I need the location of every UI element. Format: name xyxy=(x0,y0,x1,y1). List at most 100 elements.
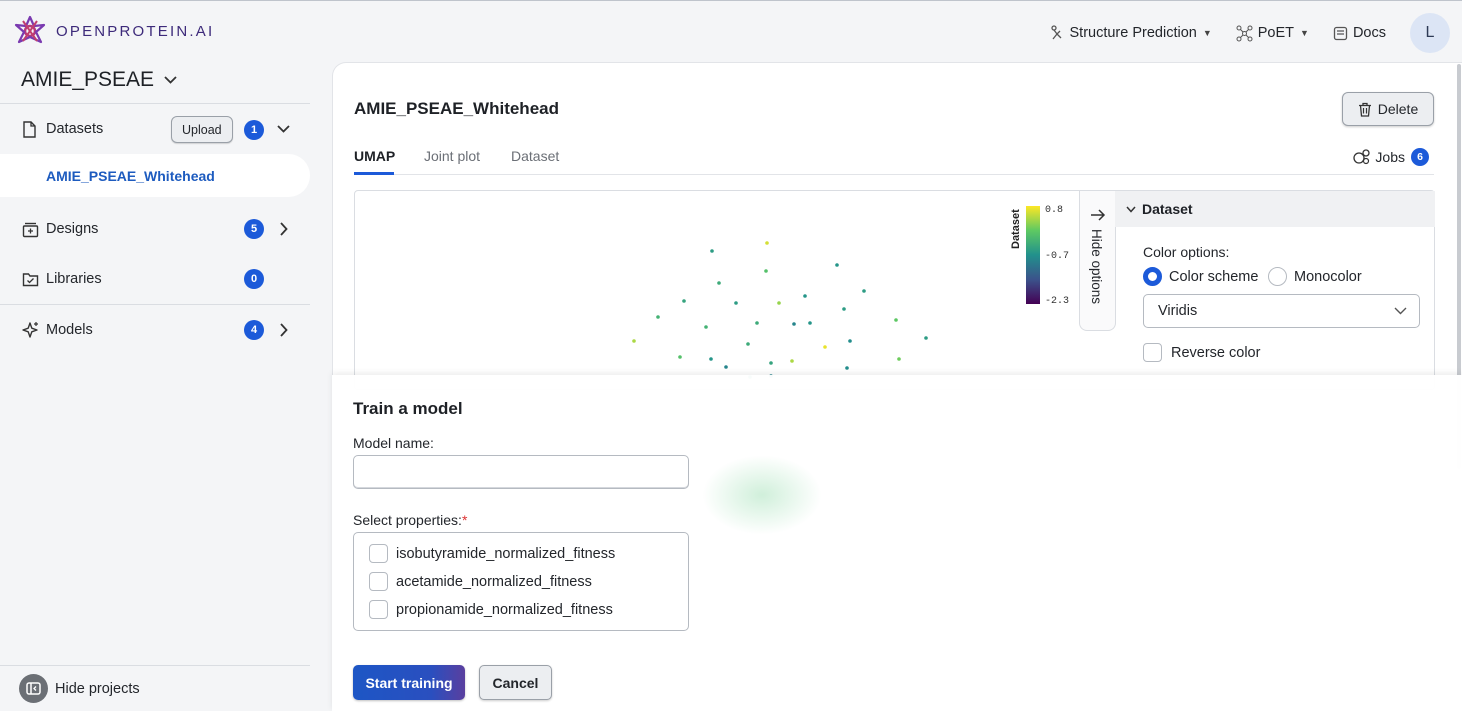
hide-projects-button[interactable]: Hide projects xyxy=(0,665,310,711)
scatter-point[interactable] xyxy=(823,345,827,349)
colorbar-tick: 0.8 xyxy=(1045,205,1063,216)
hide-options-label: Hide options xyxy=(1089,229,1104,305)
model-name-label: Model name: xyxy=(353,435,434,451)
section-title: Dataset xyxy=(1142,201,1193,217)
tab-dataset[interactable]: Dataset xyxy=(511,148,559,164)
upload-button[interactable]: Upload xyxy=(171,116,233,143)
checkbox-label: Reverse color xyxy=(1171,344,1261,361)
jobs-label: Jobs xyxy=(1375,149,1405,165)
scatter-point[interactable] xyxy=(632,339,636,343)
designs-icon xyxy=(22,221,40,238)
hide-options-button[interactable]: Hide options xyxy=(1079,191,1116,331)
scatter-point[interactable] xyxy=(734,301,738,305)
color-scheme-select[interactable]: Viridis xyxy=(1143,294,1420,328)
sidebar: Datasets Upload 1 AMIE_PSEAE_Whitehead D… xyxy=(0,103,310,355)
chevron-down-icon: ▼ xyxy=(1300,28,1309,38)
umap-scatter[interactable]: Dataset 0.8 -0.7 -2.3 xyxy=(355,191,1079,389)
checkbox-icon xyxy=(1143,343,1162,362)
scatter-point[interactable] xyxy=(803,294,807,298)
scatter-point[interactable] xyxy=(777,301,781,305)
radio-selected-icon xyxy=(1143,267,1162,286)
jobs-icon xyxy=(1353,149,1371,165)
sidebar-toggle-icon xyxy=(19,674,48,703)
colorbar-title: Dataset xyxy=(1010,209,1022,249)
scatter-point[interactable] xyxy=(808,321,812,325)
scatter-point[interactable] xyxy=(755,321,759,325)
folder-icon xyxy=(22,272,40,287)
model-name-input[interactable] xyxy=(353,455,689,489)
nav-docs-label: Docs xyxy=(1352,25,1386,41)
property-checkbox[interactable]: propionamide_normalized_fitness xyxy=(369,600,613,619)
scatter-point[interactable] xyxy=(845,366,849,370)
scatter-point[interactable] xyxy=(790,359,794,363)
scatter-point[interactable] xyxy=(765,241,769,245)
scatter-point[interactable] xyxy=(894,318,898,322)
scatter-point[interactable] xyxy=(862,289,866,293)
chevron-right-icon[interactable] xyxy=(277,220,290,238)
tab-umap[interactable]: UMAP xyxy=(354,148,395,164)
project-title: AMIE_PSEAE xyxy=(21,68,155,91)
nav-poet-label: PoET xyxy=(1257,25,1295,41)
protein-logo-icon xyxy=(14,15,46,44)
document-icon xyxy=(1333,26,1348,40)
nav-structure-prediction[interactable]: Structure Prediction ▼ xyxy=(1049,25,1212,41)
scatter-point[interactable] xyxy=(704,325,708,329)
user-avatar[interactable]: L xyxy=(1410,13,1450,53)
start-training-button[interactable]: Start training xyxy=(353,665,465,700)
color-options-label: Color options: xyxy=(1143,244,1230,260)
active-tab-indicator xyxy=(354,172,394,175)
dataset-item-active[interactable]: AMIE_PSEAE_Whitehead xyxy=(0,154,310,197)
scatter-point[interactable] xyxy=(678,355,682,359)
sidebar-item-libraries[interactable]: Libraries 0 xyxy=(0,254,310,304)
scatter-point[interactable] xyxy=(769,361,773,365)
nav-docs[interactable]: Docs xyxy=(1333,25,1386,41)
count-badge: 5 xyxy=(244,219,264,239)
umap-plot[interactable]: Dataset 0.8 -0.7 -2.3 Hide options Datas… xyxy=(354,190,1435,390)
radio-color-scheme[interactable]: Color scheme xyxy=(1143,267,1258,286)
dataset-section-header[interactable]: Dataset xyxy=(1115,191,1435,227)
delete-button[interactable]: Delete xyxy=(1342,92,1434,126)
trash-icon xyxy=(1358,102,1371,117)
nav-poet[interactable]: PoET ▼ xyxy=(1236,25,1309,42)
reverse-color-checkbox[interactable]: Reverse color xyxy=(1143,343,1260,362)
top-nav: Structure Prediction ▼ PoET ▼ Docs L xyxy=(1049,13,1450,53)
property-label: acetamide_normalized_fitness xyxy=(396,573,592,590)
property-checkbox[interactable]: isobutyramide_normalized_fitness xyxy=(369,544,615,563)
scatter-point[interactable] xyxy=(710,249,714,253)
tab-joint-plot[interactable]: Joint plot xyxy=(424,148,480,164)
scatter-point[interactable] xyxy=(835,263,839,267)
scatter-point[interactable] xyxy=(842,307,846,311)
sparkle-icon xyxy=(22,321,40,339)
jobs-button[interactable]: Jobs 6 xyxy=(1353,148,1429,166)
sidebar-item-models[interactable]: Models 4 xyxy=(0,305,310,355)
chevron-right-icon[interactable] xyxy=(277,321,290,339)
plot-options-panel: Dataset Color options: Color scheme Mono… xyxy=(1115,191,1435,391)
property-checkbox[interactable]: acetamide_normalized_fitness xyxy=(369,572,592,591)
select-properties-text: Select properties: xyxy=(353,512,462,528)
scatter-point[interactable] xyxy=(848,339,852,343)
sidebar-item-label: Models xyxy=(46,322,93,338)
radio-monocolor[interactable]: Monocolor xyxy=(1268,267,1362,286)
sidebar-item-designs[interactable]: Designs 5 xyxy=(0,204,310,254)
select-value: Viridis xyxy=(1158,303,1198,319)
cancel-button[interactable]: Cancel xyxy=(479,665,552,700)
brand-logo[interactable]: OPENPROTEIN.AI xyxy=(14,15,214,47)
property-label: propionamide_normalized_fitness xyxy=(396,601,613,618)
scatter-point[interactable] xyxy=(709,357,713,361)
colorbar-tick: -0.7 xyxy=(1045,251,1069,262)
scatter-point[interactable] xyxy=(924,336,928,340)
delete-label: Delete xyxy=(1377,101,1419,117)
scatter-point[interactable] xyxy=(792,322,796,326)
project-selector[interactable]: AMIE_PSEAE xyxy=(21,68,177,92)
chevron-down-icon[interactable] xyxy=(277,120,290,138)
arrow-right-icon xyxy=(1091,209,1106,221)
scatter-point[interactable] xyxy=(764,269,768,273)
nav-structure-label: Structure Prediction xyxy=(1069,25,1197,41)
scatter-point[interactable] xyxy=(717,281,721,285)
scatter-point[interactable] xyxy=(682,299,686,303)
scatter-point[interactable] xyxy=(746,342,750,346)
sidebar-item-datasets[interactable]: Datasets Upload 1 xyxy=(0,104,310,154)
scatter-point[interactable] xyxy=(724,365,728,369)
scatter-point[interactable] xyxy=(656,315,660,319)
scatter-point[interactable] xyxy=(897,357,901,361)
